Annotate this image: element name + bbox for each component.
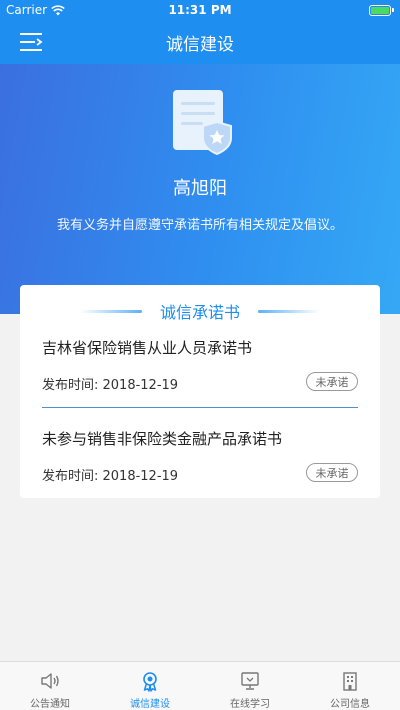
item-title: 吉林省保险销售从业人员承诺书 <box>42 339 253 357</box>
monitor-icon <box>241 672 259 690</box>
status-left: Carrier <box>6 3 65 17</box>
wifi-icon <box>51 4 65 15</box>
tab-label: 诚信建设 <box>130 699 170 710</box>
tab-online-learning[interactable]: 在线学习 <box>200 662 300 710</box>
status-badge[interactable]: 未承诺 <box>306 372 358 391</box>
item-title: 未参与销售非保险类金融产品承诺书 <box>42 430 283 448</box>
badge-icon <box>143 672 157 692</box>
tab-company-info[interactable]: 公司信息 <box>300 662 400 710</box>
decorative-line <box>258 309 320 313</box>
page-title: 诚信建设 <box>166 34 234 55</box>
item-date: 发布时间: 2018-12-19 <box>42 469 179 484</box>
list-item[interactable]: 未参与销售非保险类金融产品承诺书 发布时间: 2018-12-19 未承诺 <box>42 428 358 498</box>
decorative-line <box>79 309 142 313</box>
list-item[interactable]: 吉林省保险销售从业人员承诺书 发布时间: 2018-12-19 未承诺 <box>42 337 358 407</box>
status-badge[interactable]: 未承诺 <box>306 463 358 482</box>
tab-integrity[interactable]: 诚信建设 <box>100 662 200 710</box>
menu-icon[interactable] <box>20 32 44 52</box>
certificate-icon <box>173 90 232 156</box>
speaker-icon <box>41 673 59 689</box>
card-header: 诚信承诺书 <box>20 299 380 323</box>
tab-label: 公司信息 <box>330 699 370 710</box>
user-name: 高旭阳 <box>173 178 227 199</box>
tab-bar: 公告通知 诚信建设 在线学习 公司信息 <box>0 661 400 710</box>
nav-bar: 诚信建设 <box>0 20 400 64</box>
building-icon <box>343 672 357 691</box>
tab-announcements[interactable]: 公告通知 <box>0 662 100 710</box>
tab-label: 公告通知 <box>30 699 70 710</box>
pledge-card: 诚信承诺书 吉林省保险销售从业人员承诺书 发布时间: 2018-12-19 未承… <box>20 285 380 498</box>
item-date: 发布时间: 2018-12-19 <box>42 378 179 393</box>
pledge-text: 我有义务并自愿遵守承诺书所有相关规定及倡议。 <box>56 218 343 233</box>
tab-label: 在线学习 <box>230 699 270 710</box>
carrier-label: Carrier <box>6 3 48 17</box>
battery-icon <box>369 4 394 16</box>
card-title: 诚信承诺书 <box>159 303 240 322</box>
divider <box>42 407 358 408</box>
status-bar: Carrier 11:31 PM <box>0 0 400 20</box>
hero-banner: 高旭阳 我有义务并自愿遵守承诺书所有相关规定及倡议。 <box>0 64 400 314</box>
